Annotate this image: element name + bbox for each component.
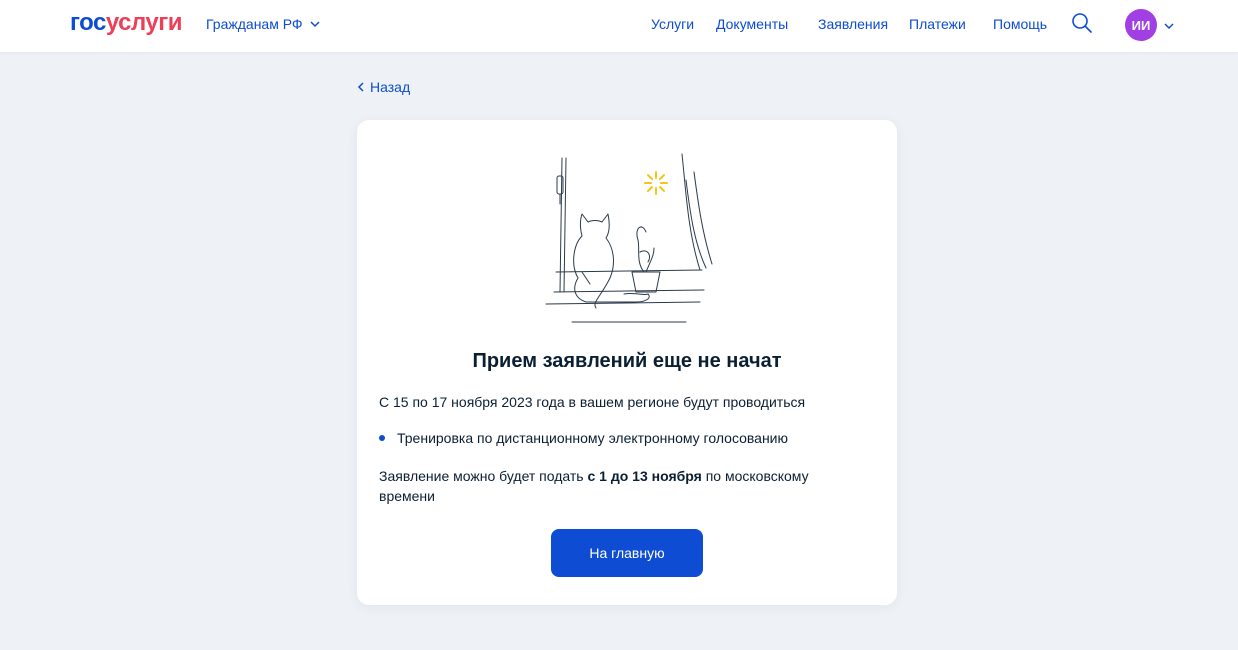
deadline-prefix: Заявление можно будет подать [379,468,588,484]
nav-help[interactable]: Помощь [993,16,1047,32]
chevron-left-icon [357,82,364,92]
logo-part-uslugi: услуги [105,9,183,36]
deadline-dates: с 1 до 13 ноября [587,468,702,484]
bullet-dot [379,435,385,441]
notice-title: Прием заявлений еще не начат [472,350,782,372]
nav-documents[interactable]: Документы [716,16,788,32]
nav-applications[interactable]: Заявления [818,16,888,32]
search-icon[interactable] [1071,12,1093,34]
chevron-down-icon[interactable] [1163,20,1175,32]
cat-at-window-illustration [545,153,713,323]
notice-intro: С 15 по 17 ноября 2023 года в вашем реги… [379,394,806,410]
nav-services[interactable]: Услуги [651,16,694,32]
user-avatar[interactable]: ИИ [1125,9,1157,41]
back-label: Назад [370,79,411,95]
notice-card: Прием заявлений еще не начат С 15 по 17 … [357,120,897,605]
audience-dropdown[interactable]: Гражданам РФ [206,16,321,32]
audience-label: Гражданам РФ [206,16,303,32]
nav-payments[interactable]: Платежи [909,16,966,32]
bullet-text: Тренировка по дистанционному электронном… [397,430,789,446]
deadline-text: Заявление можно будет подать с 1 до 13 н… [379,466,849,506]
top-header: госуслуги Гражданам РФ Услуги Документы … [0,0,1238,52]
chevron-down-icon [310,21,320,28]
avatar-initials: ИИ [1131,17,1151,33]
go-home-button[interactable]: На главную [551,529,703,577]
gosuslugi-logo[interactable]: госуслуги [70,9,183,37]
back-link[interactable]: Назад [356,79,410,95]
bullet-item: Тренировка по дистанционному электронном… [379,428,788,448]
logo-part-gos: гос [70,9,106,36]
